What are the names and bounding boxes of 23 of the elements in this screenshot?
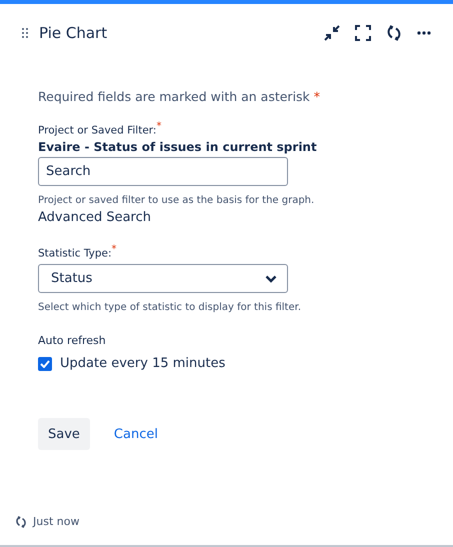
advanced-search-link[interactable]: Advanced Search	[38, 210, 152, 225]
fullscreen-icon[interactable]	[355, 25, 371, 41]
minimize-icon[interactable]	[324, 25, 340, 41]
checkbox-label: Update every 15 minutes	[60, 356, 226, 371]
required-asterisk: *	[112, 244, 117, 255]
checkbox[interactable]	[38, 356, 52, 370]
refresh-icon[interactable]	[15, 516, 27, 528]
help-text: Project or saved filter to use as the basis for the graph.	[38, 195, 316, 206]
drag-handle-icon[interactable]	[22, 28, 28, 38]
required-note: Required fields are marked with an asterisk *	[38, 89, 322, 104]
chevron-down-icon	[265, 274, 277, 282]
help-text: Select which type of statistic to display for this filter.	[38, 302, 302, 313]
statistic-select[interactable]: Status	[38, 264, 288, 293]
more-icon[interactable]	[417, 31, 431, 35]
required-asterisk: *	[156, 121, 162, 132]
field-label: Auto refresh	[38, 334, 107, 349]
last-updated: Just now	[33, 515, 80, 528]
cancel-link[interactable]: Cancel	[114, 426, 158, 442]
gadget-title: Pie Chart	[39, 24, 108, 42]
save-button[interactable]: Save	[38, 418, 90, 450]
selected-filter: Evaire - Status of issues in current sprint	[38, 140, 318, 154]
refresh-icon[interactable]	[386, 25, 402, 41]
search-field[interactable]: Search	[38, 157, 288, 186]
